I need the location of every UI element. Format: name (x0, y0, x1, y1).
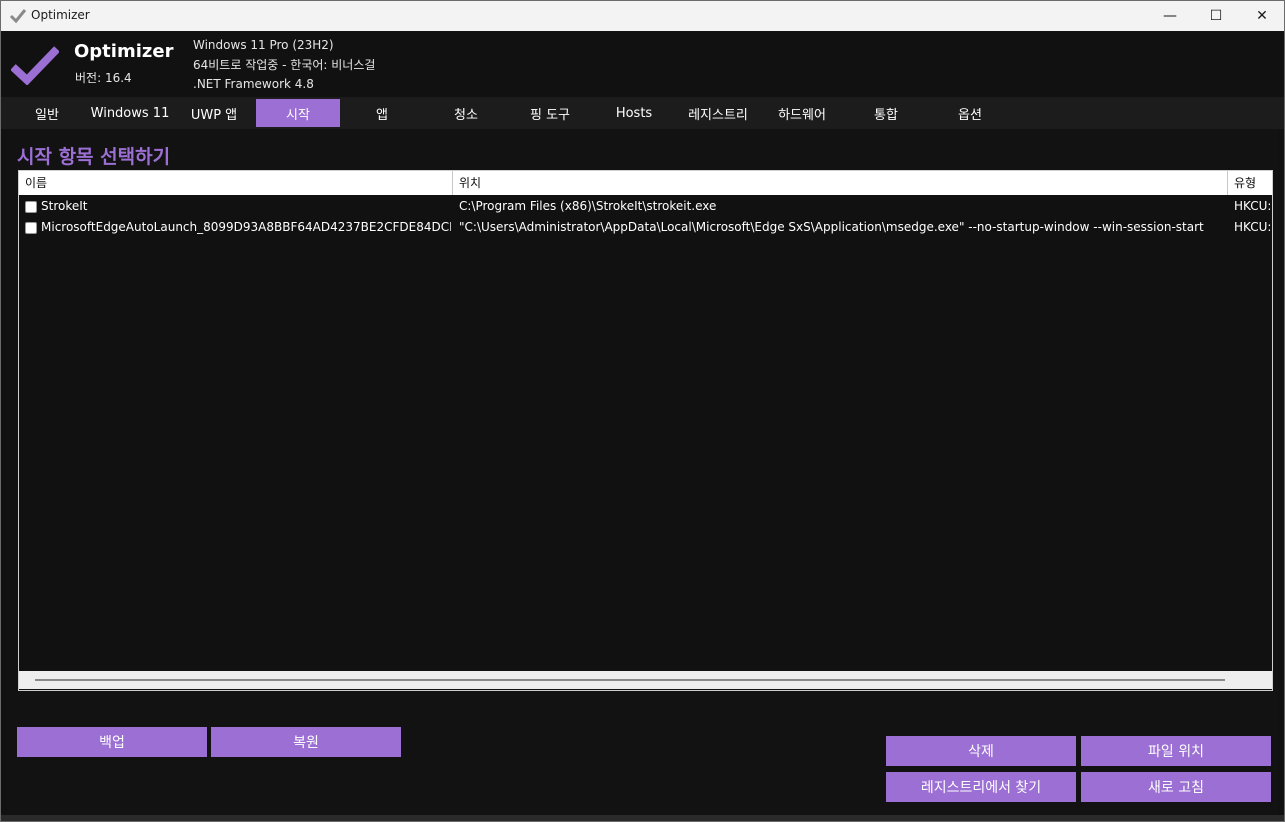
cell-name: MicrosoftEdgeAutoLaunch_8099D93A8BBF64AD… (41, 220, 451, 234)
tab-label: 앱 (376, 107, 388, 123)
app-window: Optimizer — ☐ ✕ Optimizer 버전: 16.4 Windo… (0, 0, 1285, 822)
minimize-icon: — (1163, 8, 1177, 24)
startup-items-table[interactable]: 이름 위치 유형 StrokeIt C:\Program Files (x86)… (18, 170, 1273, 691)
tab-startup[interactable]: 시작 (256, 99, 340, 127)
tab-options[interactable]: 옵션 (928, 99, 1012, 127)
tab-label: 청소 (454, 107, 478, 123)
minimize-button[interactable]: — (1147, 1, 1193, 31)
find-in-registry-button[interactable]: 레지스트리에서 찾기 (886, 772, 1076, 802)
maximize-icon: ☐ (1209, 8, 1223, 24)
table-header: 이름 위치 유형 (19, 171, 1272, 195)
tab-label: 핑 도구 (529, 107, 570, 123)
checkmark-icon (9, 9, 27, 24)
os-info: Windows 11 Pro (23H2) (193, 38, 334, 52)
tab-uwp-apps[interactable]: UWP 앱 (172, 99, 256, 127)
app-header: Optimizer 버전: 16.4 Windows 11 Pro (23H2)… (1, 31, 1284, 97)
tab-label: 레지스트리 (688, 107, 748, 123)
framework-info: .NET Framework 4.8 (193, 77, 314, 91)
tab-label: 옵션 (958, 107, 982, 123)
app-name: Optimizer (74, 41, 174, 62)
tab-cleaner[interactable]: 청소 (424, 99, 508, 127)
window-bottom-edge (1, 815, 1284, 821)
tab-label: Hosts (615, 105, 653, 121)
tab-label: UWP 앱 (190, 107, 238, 123)
close-icon: ✕ (1256, 8, 1268, 24)
tab-label: 일반 (35, 107, 59, 123)
tab-general[interactable]: 일반 (5, 99, 89, 127)
tab-hosts[interactable]: Hosts (592, 99, 676, 127)
delete-button[interactable]: 삭제 (886, 736, 1076, 766)
row-checkbox[interactable] (25, 201, 37, 213)
window-title: Optimizer (31, 8, 90, 22)
version-label: 버전: 16.4 (75, 71, 132, 85)
tab-label: 통합 (874, 107, 898, 123)
maximize-button[interactable]: ☐ (1193, 1, 1239, 31)
cell-name: StrokeIt (41, 199, 88, 213)
section-title: 시작 항목 선택하기 (17, 146, 171, 168)
cell-type: HKCU: (1234, 199, 1272, 213)
column-header-type[interactable]: 유형 (1228, 171, 1272, 195)
refresh-button[interactable]: 새로 고침 (1081, 772, 1271, 802)
column-header-name[interactable]: 이름 (19, 171, 453, 195)
tab-label: Windows 11 (90, 105, 170, 121)
tab-bar: 일반 Windows 11 UWP 앱 시작 앱 청소 핑 도구 Hosts 레… (1, 97, 1284, 129)
scrollbar-thumb[interactable] (35, 679, 1225, 681)
architecture-info: 64비트로 작업중 - 한국어: 비너스걸 (193, 58, 376, 72)
column-header-location[interactable]: 위치 (453, 171, 1228, 195)
tab-integration[interactable]: 통합 (844, 99, 928, 127)
backup-button[interactable]: 백업 (17, 727, 207, 757)
tab-ping-tool[interactable]: 핑 도구 (508, 99, 592, 127)
file-location-button[interactable]: 파일 위치 (1081, 736, 1271, 766)
tab-windows11[interactable]: Windows 11 (88, 99, 172, 127)
title-bar: Optimizer — ☐ ✕ (1, 1, 1284, 31)
tab-registry[interactable]: 레지스트리 (676, 99, 760, 127)
cell-location: C:\Program Files (x86)\StrokeIt\strokeit… (459, 199, 717, 213)
restore-button[interactable]: 복원 (211, 727, 401, 757)
table-row[interactable]: StrokeIt C:\Program Files (x86)\StrokeIt… (19, 196, 1272, 217)
row-checkbox[interactable] (25, 222, 37, 234)
tab-label: 시작 (286, 107, 310, 123)
table-row[interactable]: MicrosoftEdgeAutoLaunch_8099D93A8BBF64AD… (19, 217, 1272, 238)
horizontal-scrollbar[interactable] (19, 671, 1272, 689)
tab-apps[interactable]: 앱 (340, 99, 424, 127)
cell-type: HKCU: (1234, 220, 1272, 234)
tab-hardware[interactable]: 하드웨어 (760, 99, 844, 127)
checkmark-logo-icon (11, 46, 59, 85)
cell-location: "C:\Users\Administrator\AppData\Local\Mi… (459, 220, 1204, 234)
tab-label: 하드웨어 (778, 107, 826, 123)
close-button[interactable]: ✕ (1239, 1, 1284, 31)
